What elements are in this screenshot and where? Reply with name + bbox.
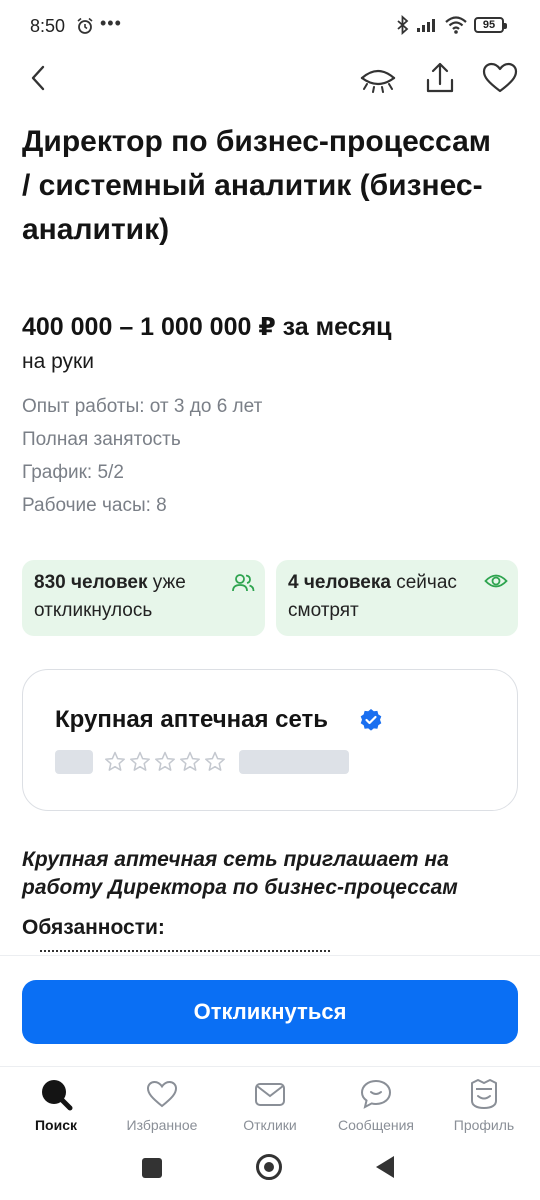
detail-hours: Рабочие часы: 8 bbox=[22, 495, 167, 516]
signal-icon bbox=[417, 19, 435, 32]
tab-label: Сообщения bbox=[338, 1117, 414, 1133]
company-name: Крупная аптечная сеть bbox=[55, 706, 329, 733]
star-icon bbox=[180, 751, 200, 771]
star-icon bbox=[205, 751, 225, 771]
verified-badge-icon bbox=[360, 709, 382, 731]
salary: 400 000 – 1 000 000 ₽ за месяц bbox=[22, 313, 392, 341]
responded-text: 830 человек уже откликнулось bbox=[34, 569, 214, 625]
profile-face-icon bbox=[471, 1079, 497, 1109]
rating-placeholder bbox=[55, 750, 93, 774]
chat-bubble-icon bbox=[360, 1079, 392, 1109]
system-back-button[interactable] bbox=[376, 1156, 394, 1178]
apply-button[interactable]: Откликнуться bbox=[22, 980, 518, 1044]
alarm-icon bbox=[77, 17, 93, 34]
eye-icon bbox=[484, 574, 508, 588]
tab-label: Профиль bbox=[453, 1117, 515, 1133]
search-icon bbox=[42, 1080, 73, 1111]
viewing-card: 4 человека сейчас смотрят bbox=[276, 560, 518, 636]
detail-experience: Опыт работы: от 3 до 6 лет bbox=[22, 396, 263, 417]
tab-messages[interactable]: Сообщения bbox=[322, 1077, 430, 1133]
divider bbox=[0, 955, 540, 956]
rating-stars bbox=[105, 751, 225, 771]
bluetooth-icon bbox=[397, 15, 409, 35]
battery-icon: 95 bbox=[474, 17, 507, 33]
viewing-count: 4 человека bbox=[288, 572, 391, 593]
reviews-placeholder bbox=[239, 750, 349, 774]
hide-eye-icon[interactable] bbox=[358, 62, 398, 96]
content-fade bbox=[0, 952, 540, 962]
wifi-icon bbox=[445, 16, 467, 34]
company-card[interactable]: Крупная аптечная сеть bbox=[22, 669, 518, 811]
back-arrow-icon[interactable] bbox=[24, 60, 54, 96]
responded-card: 830 человек уже откликнулось bbox=[22, 560, 265, 636]
people-icon bbox=[232, 574, 255, 592]
tab-responses[interactable]: Отклики bbox=[216, 1077, 324, 1133]
system-nav-bar bbox=[0, 1142, 540, 1200]
tab-label: Избранное bbox=[126, 1117, 198, 1133]
salary-note: на руки bbox=[22, 350, 94, 373]
tab-label: Отклики bbox=[243, 1117, 297, 1133]
heart-icon bbox=[146, 1080, 178, 1108]
detail-schedule: График: 5/2 bbox=[22, 462, 124, 483]
tab-favorites[interactable]: Избранное bbox=[108, 1077, 216, 1133]
vacancy-title: Директор по бизнес-процессам / системный… bbox=[22, 125, 491, 246]
star-icon bbox=[155, 751, 175, 771]
vacancy-details: Опыт работы: от 3 до 6 лет Полная занято… bbox=[22, 390, 262, 522]
recents-button[interactable] bbox=[142, 1158, 162, 1178]
more-dots-icon: ••• bbox=[100, 13, 122, 33]
status-time: 8:50 bbox=[30, 16, 66, 36]
share-icon[interactable] bbox=[420, 58, 460, 98]
tab-label: Поиск bbox=[34, 1117, 77, 1133]
vacancy-intro: Крупная аптечная сеть приглашает на рабо… bbox=[22, 848, 458, 899]
responded-count: 830 человек bbox=[34, 572, 148, 593]
bottom-tab-bar: Поиск Избранное Отклики Сообщения Профил… bbox=[0, 1066, 540, 1143]
battery-level: 95 bbox=[482, 19, 496, 31]
envelope-icon bbox=[255, 1083, 285, 1106]
detail-employment: Полная занятость bbox=[22, 429, 181, 450]
star-icon bbox=[130, 751, 150, 771]
tab-profile[interactable]: Профиль bbox=[430, 1077, 538, 1133]
status-bar: 8:50 ••• 95 bbox=[0, 0, 540, 56]
star-icon bbox=[105, 751, 125, 771]
duties-heading: Обязанности: bbox=[22, 916, 165, 939]
home-button[interactable] bbox=[256, 1154, 282, 1180]
heart-icon[interactable] bbox=[480, 60, 520, 96]
viewing-text: 4 человека сейчас смотрят bbox=[288, 569, 468, 625]
tab-search[interactable]: Поиск bbox=[2, 1077, 110, 1133]
